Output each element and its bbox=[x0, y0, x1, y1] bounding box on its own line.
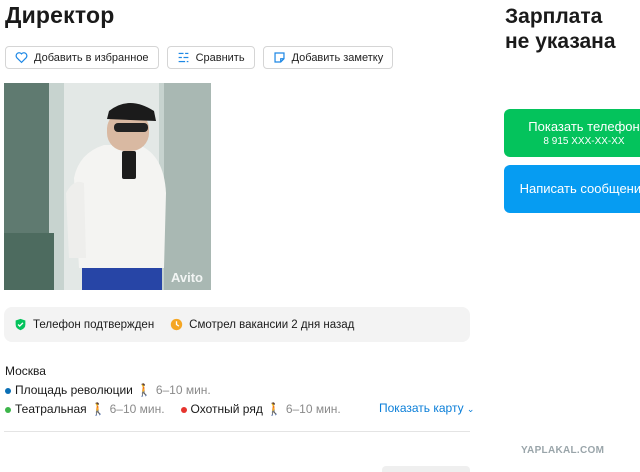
walk-icon: 🚶 bbox=[136, 383, 152, 397]
add-note-button[interactable]: Добавить заметку bbox=[262, 46, 394, 69]
profile-photo[interactable]: Avito bbox=[4, 83, 211, 290]
walk-icon: 🚶 bbox=[90, 402, 106, 416]
compare-icon bbox=[178, 52, 188, 63]
phone-verified: Телефон подтвержден bbox=[14, 318, 154, 331]
note-label: Добавить заметку bbox=[291, 51, 384, 64]
location-block: Москва Площадь революции 🚶 6–10 мин. Теа… bbox=[5, 362, 341, 419]
write-message-button[interactable]: Написать сообщение bbox=[504, 165, 640, 213]
info-panel: Телефон подтвержден Смотрел вакансии 2 д… bbox=[4, 307, 470, 342]
site-watermark: YAPLAKAL.COM bbox=[521, 445, 605, 456]
add-to-favorites-button[interactable]: Добавить в избранное bbox=[5, 46, 159, 69]
metro-station: Охотный ряд bbox=[190, 402, 263, 416]
last-seen: Смотрел вакансии 2 дня назад bbox=[170, 318, 354, 331]
metro-line-dot bbox=[5, 406, 11, 413]
last-seen-label: Смотрел вакансии 2 дня назад bbox=[189, 318, 355, 331]
walk-time: 6–10 мин. bbox=[285, 402, 341, 416]
divider bbox=[4, 431, 470, 432]
show-phone-button[interactable]: Показать телефон 8 915 XXX-XX-XX bbox=[504, 109, 640, 157]
heart-icon bbox=[15, 52, 28, 64]
walk-time: 6–10 мин. bbox=[155, 383, 211, 397]
compare-button[interactable]: Сравнить bbox=[166, 46, 255, 69]
metro-line-dot bbox=[5, 387, 11, 394]
shield-check-icon bbox=[15, 318, 26, 331]
metro-row: Театральная 🚶 6–10 мин. Охотный ряд 🚶 6–… bbox=[5, 400, 341, 419]
walk-icon: 🚶 bbox=[266, 402, 282, 416]
action-bar: Добавить в избранное Сравнить Добавить з… bbox=[5, 46, 394, 69]
write-message-label: Написать сообщение bbox=[519, 181, 640, 196]
note-icon bbox=[274, 52, 285, 63]
avito-watermark: Avito bbox=[170, 270, 203, 285]
chevron-down-icon: ⌄ bbox=[466, 404, 475, 414]
metro-station: Театральная bbox=[15, 402, 87, 416]
show-map-label: Показать карту bbox=[379, 401, 464, 415]
favorite-label: Добавить в избранное bbox=[34, 51, 149, 64]
salary-line-2: не указана bbox=[505, 30, 616, 53]
photo-illustration bbox=[4, 83, 211, 290]
bottom-tab bbox=[382, 466, 470, 472]
page-title: Директор bbox=[5, 2, 115, 28]
show-phone-label: Показать телефон bbox=[528, 119, 640, 134]
salary-block: Зарплата не указана bbox=[505, 4, 616, 54]
clock-icon bbox=[170, 318, 183, 331]
metro-row: Площадь революции 🚶 6–10 мин. bbox=[5, 381, 341, 400]
salary-line-1: Зарплата bbox=[505, 5, 603, 28]
walk-time: 6–10 мин. bbox=[109, 402, 165, 416]
compare-label: Сравнить bbox=[195, 51, 245, 64]
city-label: Москва bbox=[5, 364, 46, 378]
metro-station: Площадь революции bbox=[15, 383, 133, 397]
show-map-link[interactable]: Показать карту ⌄ bbox=[379, 401, 474, 415]
phone-verified-label: Телефон подтвержден bbox=[33, 318, 155, 331]
masked-phone: 8 915 XXX-XX-XX bbox=[543, 136, 625, 147]
metro-line-dot bbox=[180, 406, 187, 413]
